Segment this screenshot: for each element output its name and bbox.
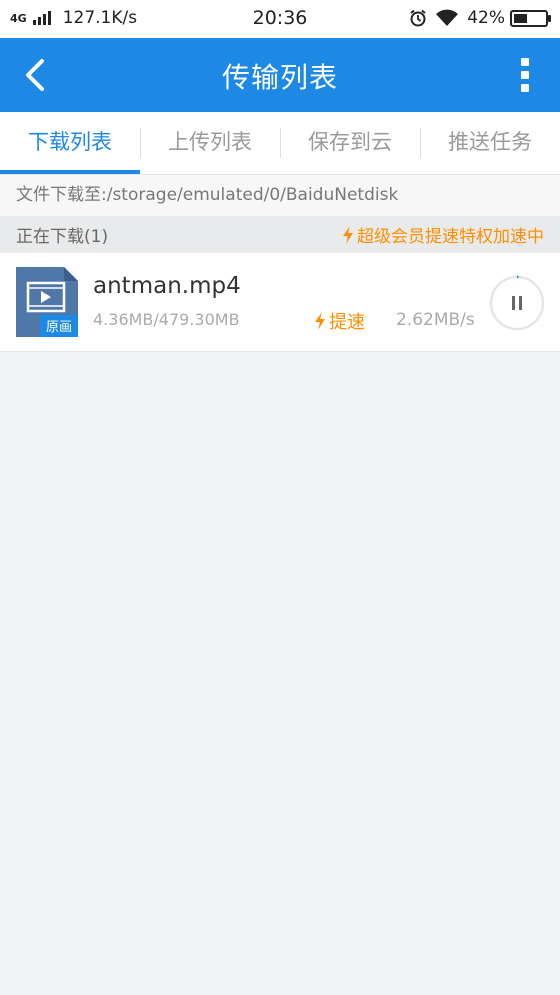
file-name: antman.mp4 xyxy=(93,273,241,299)
pause-button[interactable] xyxy=(489,275,545,331)
status-bar: 4G 127.1K/s 20:36 42% xyxy=(0,0,560,38)
download-rate: 2.62MB/s xyxy=(396,310,475,330)
page-title: 传输列表 xyxy=(221,61,338,94)
vip-promo-link[interactable]: 超级会员提速特权加速中 xyxy=(341,222,544,247)
tab-push-tasks[interactable]: 推送任务 xyxy=(420,112,560,174)
tab-save-to-cloud[interactable]: 保存到云 xyxy=(280,112,420,174)
tab-upload-list[interactable]: 上传列表 xyxy=(140,112,280,174)
tab-bar: 下载列表 上传列表 保存到云 推送任务 xyxy=(0,112,560,174)
list-item[interactable]: 原画 antman.mp4 4.36MB/479.30MB 提速 2.62MB/… xyxy=(0,253,560,352)
video-file-icon: 原画 xyxy=(16,267,78,337)
speed-boost-button[interactable]: 提速 xyxy=(313,308,365,334)
tab-download-list[interactable]: 下载列表 xyxy=(0,112,140,174)
section-label: 正在下载(1) xyxy=(16,227,109,247)
pause-icon xyxy=(512,296,515,310)
thumb-badge: 原画 xyxy=(46,320,72,335)
battery-fill xyxy=(514,13,527,23)
alarm-icon xyxy=(410,9,426,27)
lightning-icon xyxy=(315,312,325,330)
speed-boost-label: 提速 xyxy=(329,312,365,333)
app-bar: 传输列表 xyxy=(0,38,560,112)
lightning-icon xyxy=(343,225,353,244)
vip-promo-text: 超级会员提速特权加速中 xyxy=(357,227,544,247)
wifi-icon xyxy=(436,9,459,26)
battery-percent: 42% xyxy=(467,8,505,28)
more-vertical-icon[interactable] xyxy=(520,58,530,92)
file-size-progress: 4.36MB/479.30MB xyxy=(93,310,240,329)
battery-icon xyxy=(510,9,551,27)
section-header: 正在下载(1) 超级会员提速特权加速中 xyxy=(0,216,560,253)
status-right: 42% xyxy=(409,8,551,28)
download-path: 文件下载至:/storage/emulated/0/BaiduNetdisk xyxy=(0,174,560,216)
